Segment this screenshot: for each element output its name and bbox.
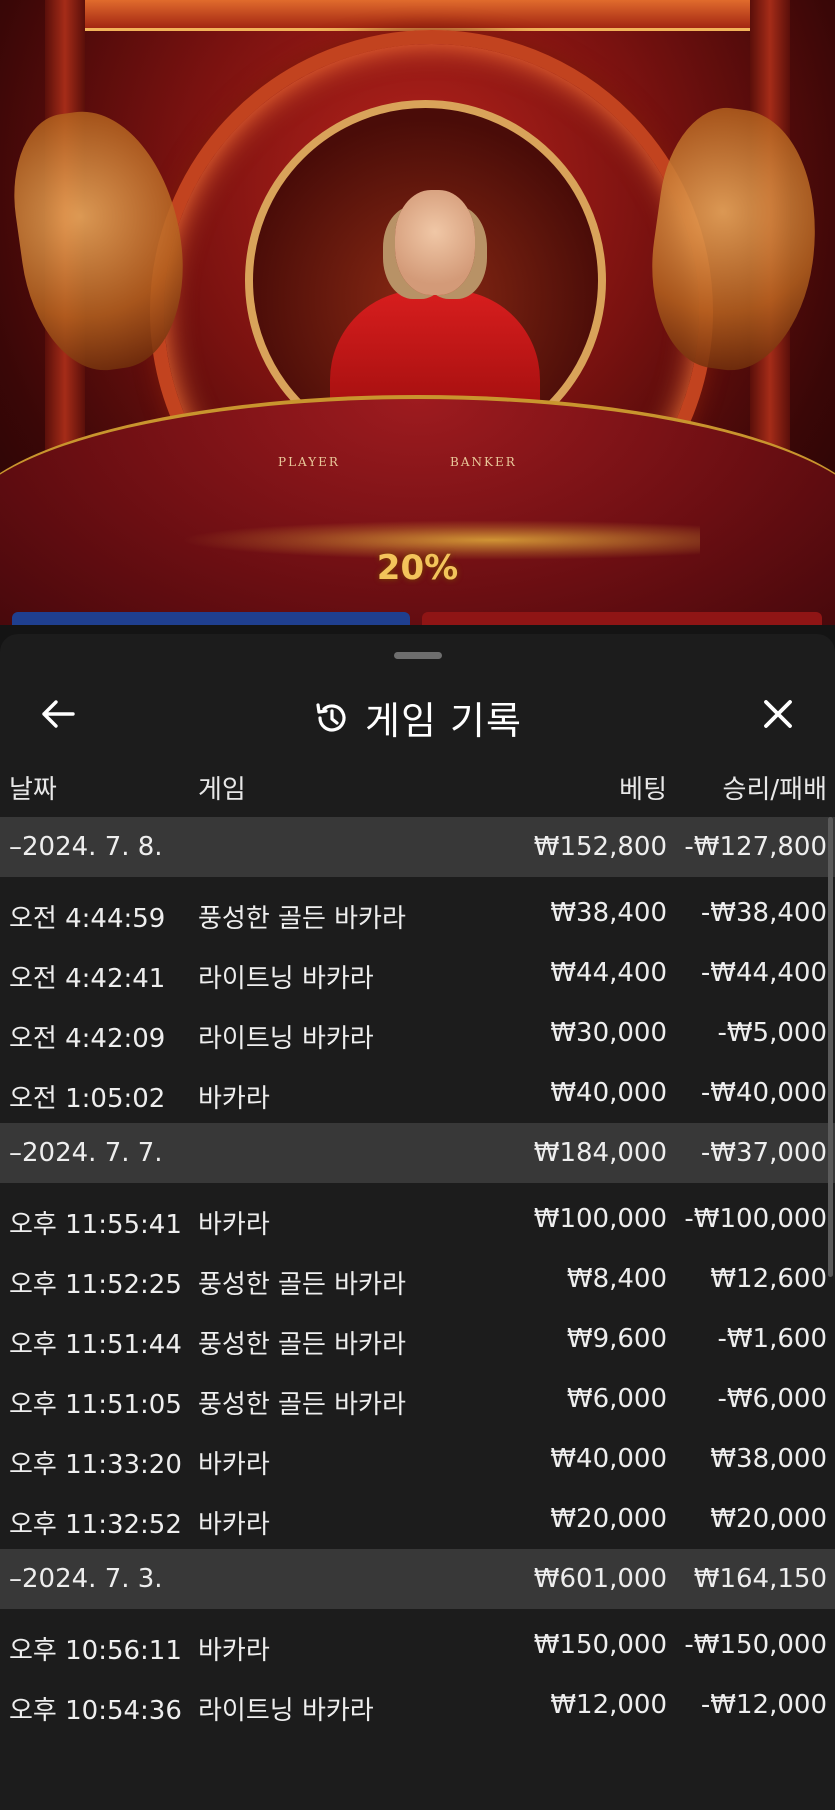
row-bet: ₩9,600: [566, 1324, 667, 1354]
row-bet: ₩40,000: [550, 1444, 667, 1474]
row-time: 오후 11:51:05: [9, 1390, 182, 1420]
row-bet: ₩150,000: [533, 1630, 667, 1660]
row-bet: ₩6,000: [566, 1384, 667, 1414]
row-time: 오후 11:52:25: [9, 1270, 182, 1300]
group-result-total: ₩164,150: [693, 1564, 827, 1594]
table-label-banker: BANKER: [450, 455, 517, 469]
row-bet: ₩38,400: [550, 898, 667, 928]
column-header-bet: 베팅: [619, 775, 667, 805]
row-time: 오전 1:05:02: [9, 1084, 166, 1114]
history-row[interactable]: 오후 11:51:44 풍성한 골든 바카라 ₩9,600 -₩1,600: [0, 1309, 835, 1369]
row-result: ₩20,000: [710, 1504, 827, 1534]
multiplier-text: 20%: [376, 548, 459, 588]
row-result: -₩44,400: [700, 958, 827, 988]
row-result: -₩12,000: [700, 1690, 827, 1720]
history-row[interactable]: 오후 10:54:36 라이트닝 바카라 ₩12,000 -₩12,000: [0, 1675, 835, 1735]
group-date: –2024. 7. 7.: [9, 1138, 163, 1168]
table-header: 날짜 게임 베팅 승리/패배: [0, 759, 835, 819]
row-time: 오후 11:55:41: [9, 1210, 182, 1240]
group-result-total: -₩37,000: [700, 1138, 827, 1168]
row-result: ₩38,000: [710, 1444, 827, 1474]
row-result: ₩12,600: [710, 1264, 827, 1294]
row-time: 오후 11:33:20: [9, 1450, 182, 1480]
row-game: 풍성한 골든 바카라: [198, 1330, 406, 1360]
row-result: -₩100,000: [684, 1204, 827, 1234]
close-icon: [764, 700, 792, 728]
row-game: 바카라: [198, 1510, 270, 1540]
sheet-title-group: 게임 기록: [0, 690, 835, 745]
row-bet: ₩20,000: [550, 1504, 667, 1534]
row-time: 오후 10:54:36: [9, 1696, 182, 1726]
row-game: 라이트닝 바카라: [198, 964, 374, 994]
scrollbar[interactable]: [828, 817, 833, 1277]
game-history-sheet: 게임 기록 날짜 게임 베팅 승리/패배 –2024. 7. 8. ₩152,80…: [0, 634, 835, 1810]
baccarat-table: [0, 395, 835, 625]
history-row[interactable]: 오후 11:55:41 바카라 ₩100,000 -₩100,000: [0, 1189, 835, 1249]
column-header-game: 게임: [198, 775, 246, 805]
row-time: 오전 4:44:59: [9, 904, 166, 934]
date-group-row[interactable]: –2024. 7. 8. ₩152,800 -₩127,800: [0, 817, 835, 877]
row-result: -₩150,000: [684, 1630, 827, 1660]
row-time: 오후 10:56:11: [9, 1636, 182, 1666]
column-header-date: 날짜: [9, 775, 57, 805]
row-game: 바카라: [198, 1210, 270, 1240]
row-game: 바카라: [198, 1084, 270, 1114]
row-result: -₩5,000: [717, 1018, 827, 1048]
row-game: 풍성한 골든 바카라: [198, 1390, 406, 1420]
history-row[interactable]: 오후 10:56:11 바카라 ₩150,000 -₩150,000: [0, 1615, 835, 1675]
close-button[interactable]: [748, 684, 808, 744]
live-video-feed: PLAYER BANKER 20%: [0, 0, 835, 625]
row-result: -₩40,000: [700, 1078, 827, 1108]
banker-bet-area[interactable]: [422, 612, 822, 625]
row-time: 오전 4:42:09: [9, 1024, 166, 1054]
row-time: 오후 11:51:44: [9, 1330, 182, 1360]
group-bet-total: ₩184,000: [533, 1138, 667, 1168]
group-bet-total: ₩601,000: [533, 1564, 667, 1594]
row-result: -₩38,400: [700, 898, 827, 928]
table-label-player: PLAYER: [278, 455, 340, 469]
row-game: 바카라: [198, 1636, 270, 1666]
history-row[interactable]: 오후 11:32:52 바카라 ₩20,000 ₩20,000: [0, 1489, 835, 1549]
player-bet-area[interactable]: [12, 612, 410, 625]
group-bet-total: ₩152,800: [533, 832, 667, 862]
history-row[interactable]: 오전 4:42:09 라이트닝 바카라 ₩30,000 -₩5,000: [0, 1003, 835, 1063]
history-row[interactable]: 오전 4:42:41 라이트닝 바카라 ₩44,400 -₩44,400: [0, 943, 835, 1003]
sheet-header: 게임 기록: [0, 674, 835, 754]
row-game: 라이트닝 바카라: [198, 1024, 374, 1054]
row-bet: ₩44,400: [550, 958, 667, 988]
row-result: -₩6,000: [717, 1384, 827, 1414]
scene-top-frame: [55, 0, 780, 31]
history-row[interactable]: 오후 11:33:20 바카라 ₩40,000 ₩38,000: [0, 1429, 835, 1489]
history-row[interactable]: 오후 11:51:05 풍성한 골든 바카라 ₩6,000 -₩6,000: [0, 1369, 835, 1429]
group-result-total: -₩127,800: [684, 832, 827, 862]
row-time: 오후 11:32:52: [9, 1510, 182, 1540]
date-group-row[interactable]: –2024. 7. 3. ₩601,000 ₩164,150: [0, 1549, 835, 1609]
row-result: -₩1,600: [717, 1324, 827, 1354]
sheet-title: 게임 기록: [365, 699, 522, 743]
date-group-row[interactable]: –2024. 7. 7. ₩184,000 -₩37,000: [0, 1123, 835, 1183]
column-header-result: 승리/패배: [722, 775, 827, 805]
group-date: –2024. 7. 3.: [9, 1564, 163, 1594]
history-icon: [316, 702, 346, 731]
history-row[interactable]: 오후 11:52:25 풍성한 골든 바카라 ₩8,400 ₩12,600: [0, 1249, 835, 1309]
row-time: 오전 4:42:41: [9, 964, 166, 994]
row-bet: ₩8,400: [566, 1264, 667, 1294]
row-game: 라이트닝 바카라: [198, 1696, 374, 1726]
row-game: 풍성한 골든 바카라: [198, 1270, 406, 1300]
dealer-head: [395, 190, 475, 295]
sheet-drag-handle[interactable]: [394, 652, 442, 659]
history-row[interactable]: 오전 1:05:02 바카라 ₩40,000 -₩40,000: [0, 1063, 835, 1123]
row-bet: ₩40,000: [550, 1078, 667, 1108]
row-bet: ₩30,000: [550, 1018, 667, 1048]
row-game: 바카라: [198, 1450, 270, 1480]
row-bet: ₩12,000: [550, 1690, 667, 1720]
history-row[interactable]: 오전 4:44:59 풍성한 골든 바카라 ₩38,400 -₩38,400: [0, 883, 835, 943]
group-date: –2024. 7. 8.: [9, 832, 163, 862]
history-list[interactable]: –2024. 7. 8. ₩152,800 -₩127,800 오전 4:44:59 풍…: [0, 817, 835, 1735]
row-bet: ₩100,000: [533, 1204, 667, 1234]
row-game: 풍성한 골든 바카라: [198, 904, 406, 934]
